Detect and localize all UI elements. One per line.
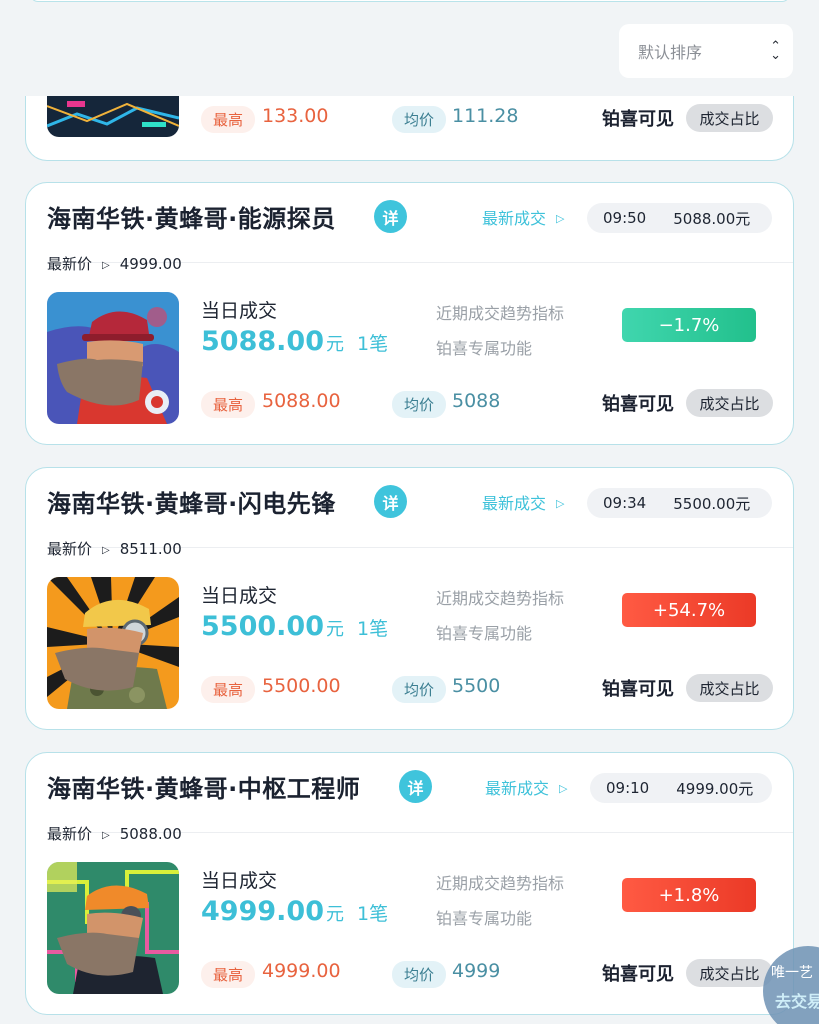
last-price-value: 5088.00 — [119, 825, 182, 843]
high-price-value: 5500.00 — [262, 675, 341, 697]
float-button-line2: 去交易 — [775, 992, 819, 1011]
deal-share-button[interactable]: 成交占比 — [686, 674, 773, 702]
high-price-value: 5088.00 — [262, 390, 341, 412]
avg-price-tag: 均价 — [392, 391, 447, 418]
last-price-label: 最新价 — [47, 255, 93, 273]
detail-badge-button[interactable]: 详 — [374, 200, 407, 233]
deal-share-button[interactable]: 成交占比 — [686, 389, 773, 417]
detail-badge-button[interactable]: 详 — [399, 770, 432, 803]
deal-share-button[interactable]: 成交占比 — [686, 959, 773, 987]
day-deal-amount: 4999.00 元 1笔 — [201, 896, 388, 927]
deal-time: 09:34 — [603, 494, 647, 512]
latest-deal-label: 最新成交 — [482, 494, 547, 513]
day-deal-label: 当日成交 — [201, 300, 278, 322]
sort-chevrons-icon: ⌃ ⌄ — [770, 39, 781, 63]
day-deal-amount: 5500.00 元 1笔 — [201, 611, 388, 642]
deal-time: 09:10 — [606, 779, 650, 797]
latest-deal-link[interactable]: 最新成交 ▷ — [485, 775, 567, 799]
sort-dropdown[interactable]: 默认排序 ⌃ ⌄ — [619, 24, 793, 78]
last-price-value: 4999.00 — [119, 255, 182, 273]
latest-deal-link[interactable]: 最新成交 ▷ — [482, 205, 564, 229]
deal-amount: 5500.00元 — [673, 494, 751, 513]
avg-price-tag: 均价 — [392, 106, 447, 133]
day-deal-amount: 5088.00 元 1笔 — [201, 326, 388, 357]
nft-thumbnail[interactable] — [47, 862, 179, 994]
visibility-label: 铂喜可见 — [602, 394, 674, 415]
play-arrow-icon: ▷ — [102, 830, 110, 841]
nft-card-partial[interactable]: 最高 133.00 均价 111.28 铂喜可见 成交占比 — [25, 96, 794, 161]
avg-price-tag: 均价 — [392, 676, 447, 703]
day-deal-count: 1笔 — [356, 903, 389, 925]
sort-label: 默认排序 — [638, 43, 703, 62]
avg-price-value: 111.28 — [452, 105, 519, 127]
day-amount-value: 4999.00 — [201, 896, 324, 927]
exclusive-label: 铂喜专属功能 — [436, 624, 533, 643]
detail-badge-button[interactable]: 详 — [374, 485, 407, 518]
last-price-row: 最新价 ▷ 4999.00 — [47, 253, 182, 274]
latest-deal-label: 最新成交 — [485, 779, 550, 798]
last-price-value: 8511.00 — [119, 540, 182, 558]
visibility-label: 铂喜可见 — [602, 679, 674, 700]
nft-thumbnail[interactable] — [47, 96, 179, 137]
avg-price-value: 4999 — [452, 960, 501, 982]
day-deal-count: 1笔 — [356, 618, 389, 640]
float-button-line1: 唯一艺 — [771, 965, 813, 981]
last-price-label: 最新价 — [47, 825, 93, 843]
day-amount-unit: 元 — [325, 334, 344, 355]
latest-deal-pill: 09:50 5088.00元 — [587, 203, 772, 233]
exclusive-label: 铂喜专属功能 — [436, 909, 533, 928]
high-price-tag: 最高 — [201, 676, 256, 703]
last-price-row: 最新价 ▷ 8511.00 — [47, 538, 182, 559]
deal-share-button[interactable]: 成交占比 — [686, 104, 773, 132]
visibility-label: 铂喜可见 — [602, 964, 674, 985]
deal-amount: 5088.00元 — [673, 209, 751, 228]
high-price-tag: 最高 — [201, 961, 256, 988]
price-change-badge: +1.8% — [622, 878, 756, 912]
latest-deal-link[interactable]: 最新成交 ▷ — [482, 490, 564, 514]
day-deal-label: 当日成交 — [201, 585, 278, 607]
trend-label: 近期成交趋势指标 — [436, 589, 565, 608]
price-change-badge: +54.7% — [622, 593, 756, 627]
latest-deal-label: 最新成交 — [482, 209, 547, 228]
card-title: 海南华铁·黄蜂哥·中枢工程师 — [47, 775, 361, 803]
avg-price-value: 5500 — [452, 675, 501, 697]
nft-thumbnail[interactable] — [47, 577, 179, 709]
high-price-tag: 最高 — [201, 106, 256, 133]
play-arrow-icon: ▷ — [556, 497, 565, 510]
day-amount-unit: 元 — [325, 904, 344, 925]
visibility-label: 铂喜可见 — [602, 109, 674, 130]
nft-card[interactable]: 海南华铁·黄蜂哥·能源探员 详 最新成交 ▷ 09:50 5088.00元 最新价 ▷… — [25, 182, 794, 445]
high-price-value: 133.00 — [262, 105, 329, 127]
avg-price-value: 5088 — [452, 390, 501, 412]
day-amount-value: 5088.00 — [201, 326, 324, 357]
card-title: 海南华铁·黄蜂哥·能源探员 — [47, 205, 336, 233]
day-deal-count: 1笔 — [356, 333, 389, 355]
last-price-label: 最新价 — [47, 540, 93, 558]
nft-thumbnail[interactable] — [47, 292, 179, 424]
play-arrow-icon: ▷ — [556, 212, 565, 225]
avg-price-tag: 均价 — [392, 961, 447, 988]
nft-card[interactable]: 海南华铁·黄蜂哥·中枢工程师 详 最新成交 ▷ 09:10 4999.00元 最新价… — [25, 752, 794, 1015]
play-arrow-icon: ▷ — [102, 260, 110, 271]
play-arrow-icon: ▷ — [559, 782, 568, 795]
day-amount-value: 5500.00 — [201, 611, 324, 642]
trend-label: 近期成交趋势指标 — [436, 304, 565, 323]
trend-label: 近期成交趋势指标 — [436, 874, 565, 893]
nft-card[interactable]: 海南华铁·黄蜂哥·闪电先锋 详 最新成交 ▷ 09:34 5500.00元 最新价 ▷… — [25, 467, 794, 730]
previous-card-edge — [30, 0, 790, 2]
deal-amount: 4999.00元 — [676, 779, 754, 798]
day-amount-unit: 元 — [325, 619, 344, 640]
high-price-tag: 最高 — [201, 391, 256, 418]
high-price-value: 4999.00 — [262, 960, 341, 982]
play-arrow-icon: ▷ — [102, 545, 110, 556]
card-title: 海南华铁·黄蜂哥·闪电先锋 — [47, 490, 336, 518]
deal-time: 09:50 — [603, 209, 647, 227]
last-price-row: 最新价 ▷ 5088.00 — [47, 823, 182, 844]
day-deal-label: 当日成交 — [201, 870, 278, 892]
exclusive-label: 铂喜专属功能 — [436, 339, 533, 358]
latest-deal-pill: 09:10 4999.00元 — [590, 773, 772, 803]
latest-deal-pill: 09:34 5500.00元 — [587, 488, 772, 518]
price-change-badge: −1.7% — [622, 308, 756, 342]
